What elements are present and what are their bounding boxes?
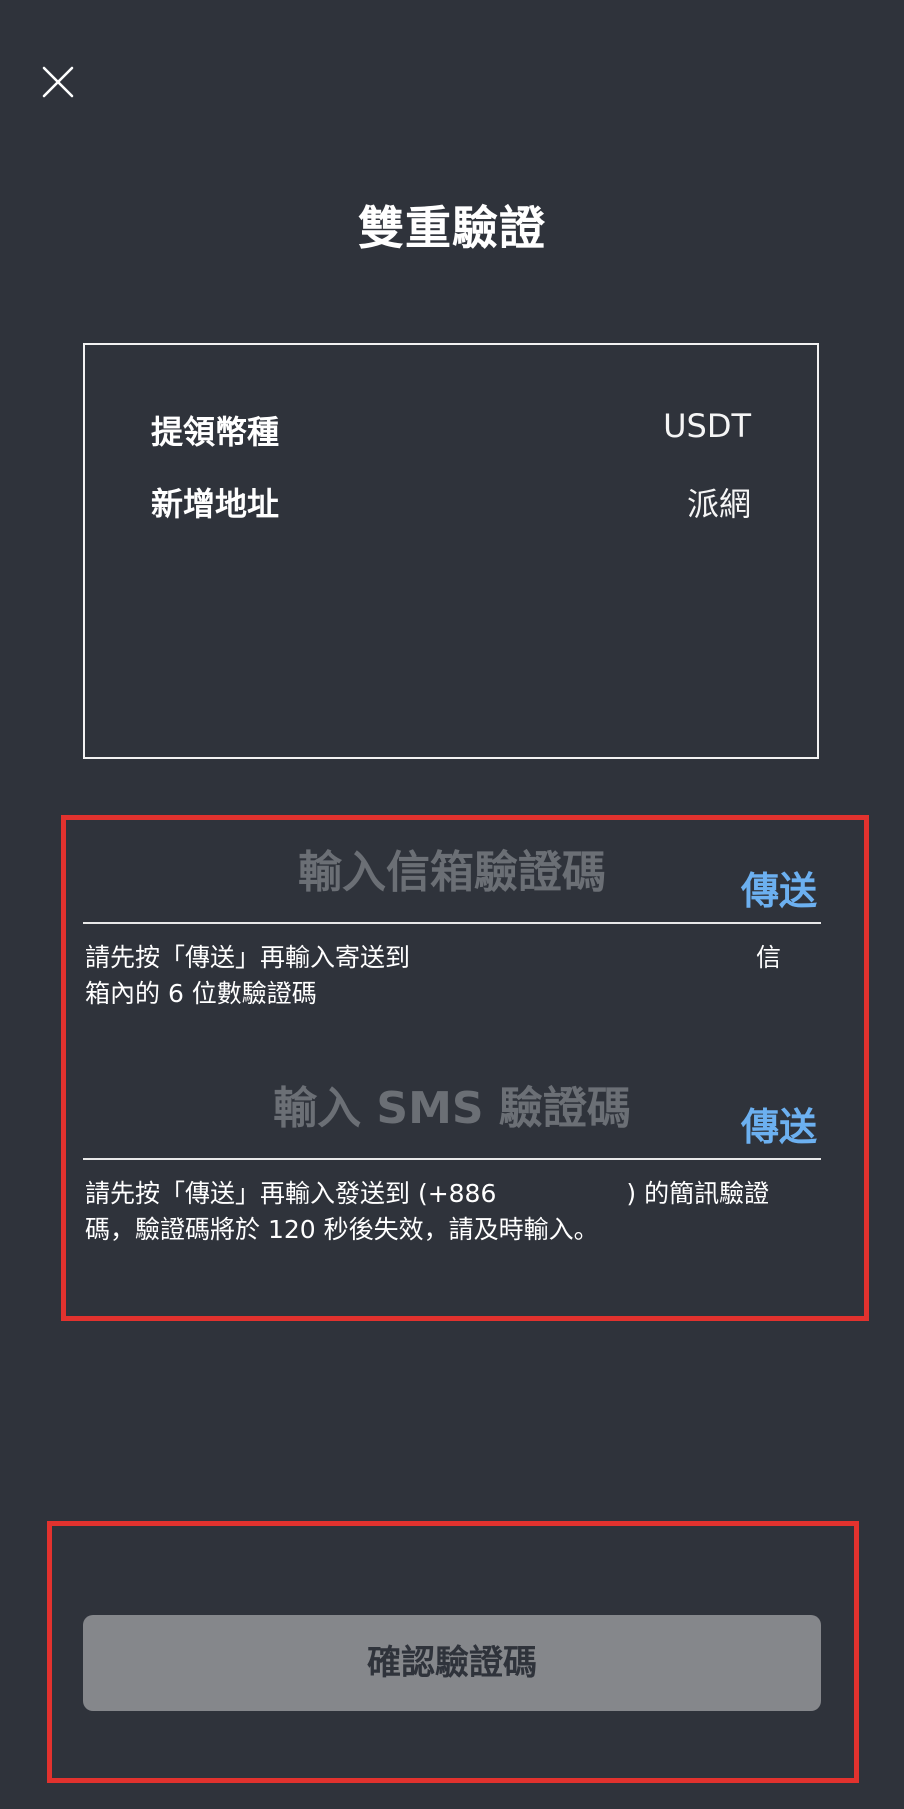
sms-hint-text: 請先按「傳送」再輸入發送到 (+886 xyxy=(85,1179,497,1208)
email-code-input[interactable] xyxy=(83,836,821,924)
summary-row-address: 新增地址 派網 xyxy=(151,479,751,527)
sms-send-button[interactable]: 傳送 xyxy=(741,1096,817,1151)
page-title: 雙重驗證 xyxy=(358,201,546,255)
email-code-hint: 請先按「傳送」再輸入寄送到 信 箱內的 6 位數驗證碼 xyxy=(85,940,815,1012)
withdrawal-summary-box: 提領幣種 USDT 新增地址 派網 xyxy=(83,343,819,759)
sms-hint-text-line2: 碼，驗證碼將於 120 秒後失效，請及時輸入。 xyxy=(85,1215,599,1244)
email-hint-text-end: 信 xyxy=(756,943,782,972)
confirm-code-button[interactable]: 確認驗證碼 xyxy=(83,1615,821,1711)
email-hint-text: 請先按「傳送」再輸入寄送到 xyxy=(85,943,411,972)
close-button[interactable] xyxy=(38,62,78,102)
currency-value: USDT xyxy=(663,407,751,445)
sms-hint-text-end: ) 的簡訊驗證 xyxy=(626,1179,770,1208)
email-hint-text-line2: 箱內的 6 位數驗證碼 xyxy=(85,979,317,1008)
email-send-button[interactable]: 傳送 xyxy=(741,860,817,915)
close-icon xyxy=(42,66,74,98)
currency-label: 提領幣種 xyxy=(151,413,280,451)
address-label: 新增地址 xyxy=(151,485,280,523)
sms-code-hint: 請先按「傳送」再輸入發送到 (+886 ) 的簡訊驗證 碼，驗證碼將於 120 秒… xyxy=(85,1176,815,1248)
summary-row-currency: 提領幣種 USDT xyxy=(151,407,751,455)
sms-code-input[interactable] xyxy=(83,1072,821,1160)
address-value: 派網 xyxy=(686,485,751,523)
